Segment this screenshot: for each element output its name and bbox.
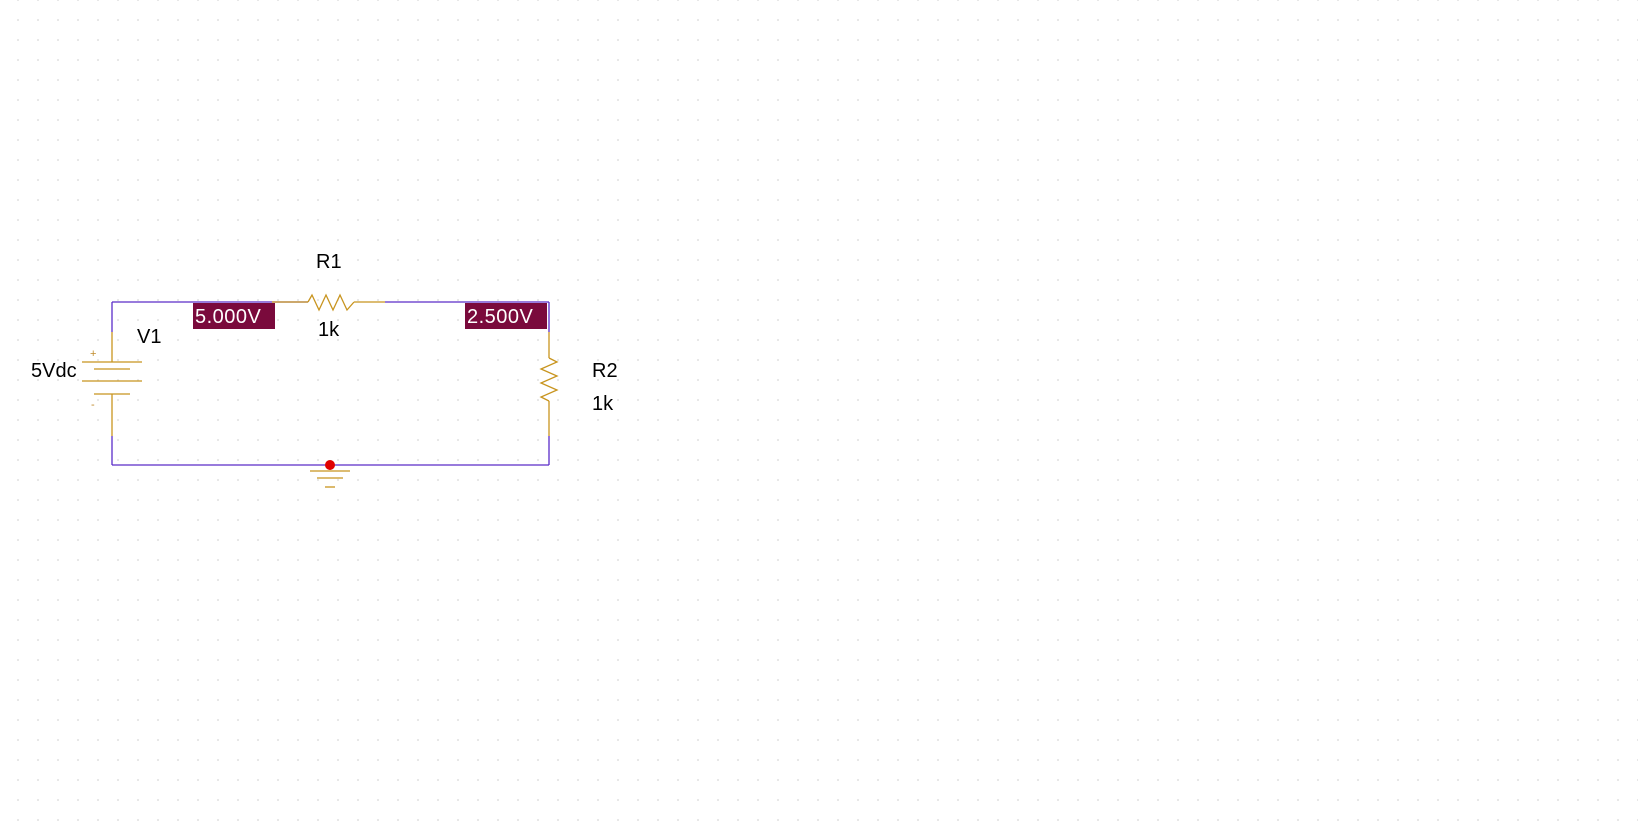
source-value-label[interactable]: 5Vdc (31, 360, 77, 382)
probe-value-top-left: 5.000V (195, 306, 262, 328)
r2-ref-label[interactable]: R2 (592, 360, 618, 382)
voltage-probe-top-right[interactable]: 2.500V (465, 303, 547, 329)
source-plus-mark: + (90, 348, 96, 360)
resistor-r1[interactable] (272, 293, 385, 312)
resistor-r2[interactable] (539, 332, 559, 436)
source-ref-label[interactable]: V1 (137, 326, 161, 348)
r1-value-label[interactable]: 1k (318, 319, 340, 341)
source-minus-mark: - (91, 399, 95, 411)
schematic-diagram: + - V1 5Vdc R1 1k R2 1k 5.000V 2.500V (31, 251, 618, 488)
dc-voltage-source[interactable]: + - (82, 332, 142, 436)
probe-value-top-right: 2.500V (467, 306, 534, 328)
r1-ref-label[interactable]: R1 (316, 251, 342, 273)
ground-node-dot[interactable] (325, 460, 335, 470)
schematic-canvas[interactable]: + - V1 5Vdc R1 1k R2 1k 5.000V 2.500V (0, 0, 1638, 838)
voltage-probe-top-left[interactable]: 5.000V (193, 303, 275, 329)
r2-value-label[interactable]: 1k (592, 393, 614, 415)
